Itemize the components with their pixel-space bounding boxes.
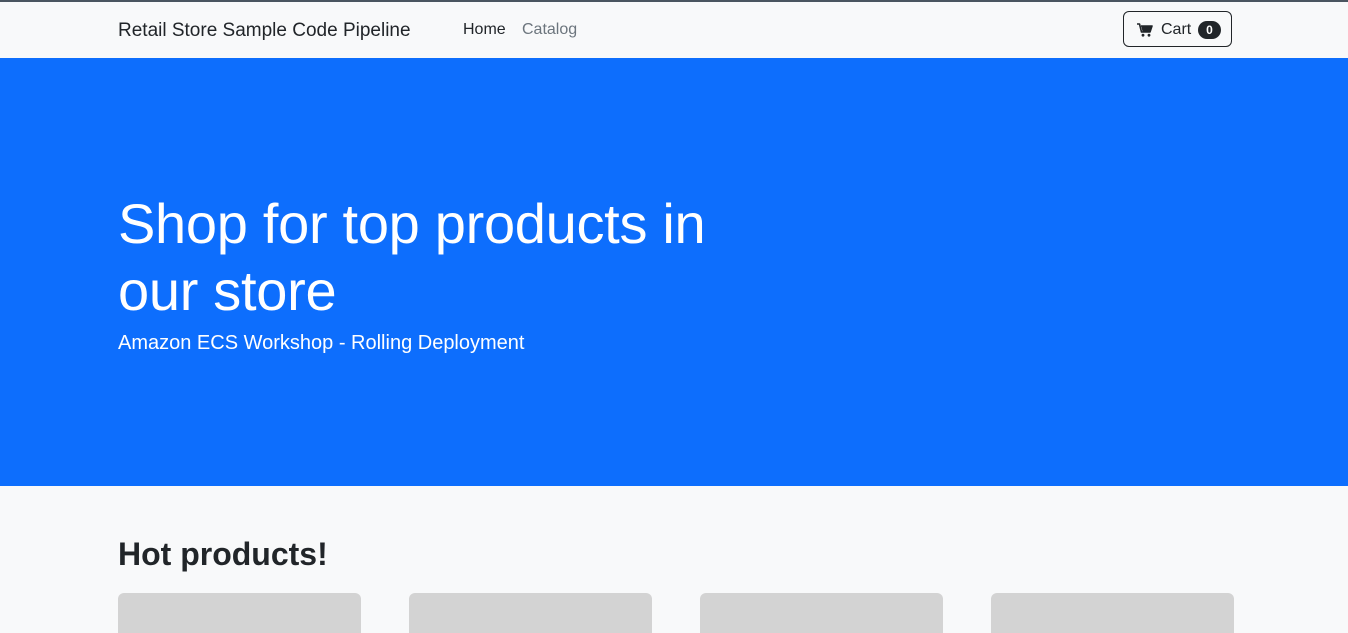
hero-title: Shop for top products in our store <box>118 192 706 322</box>
brand-link[interactable]: Retail Store Sample Code Pipeline <box>118 20 411 42</box>
product-card[interactable] <box>409 593 652 633</box>
hot-products-section: Hot products! <box>0 486 1348 633</box>
hot-products-heading: Hot products! <box>118 536 328 572</box>
cart-count-badge: 0 <box>1198 21 1221 39</box>
nav-catalog-link[interactable]: Catalog <box>522 21 577 39</box>
hero-banner: Shop for top products in our store Amazo… <box>0 58 1348 486</box>
product-card[interactable] <box>991 593 1234 633</box>
cart-icon <box>1137 23 1153 37</box>
cart-button[interactable]: Cart 0 <box>1123 11 1232 47</box>
nav-home-link[interactable]: Home <box>463 21 506 39</box>
product-card[interactable] <box>118 593 361 633</box>
product-card[interactable] <box>700 593 943 633</box>
cart-label: Cart <box>1161 21 1192 38</box>
hero-subtitle: Amazon ECS Workshop - Rolling Deployment <box>118 332 525 354</box>
navbar: Retail Store Sample Code Pipeline Home C… <box>0 2 1348 58</box>
